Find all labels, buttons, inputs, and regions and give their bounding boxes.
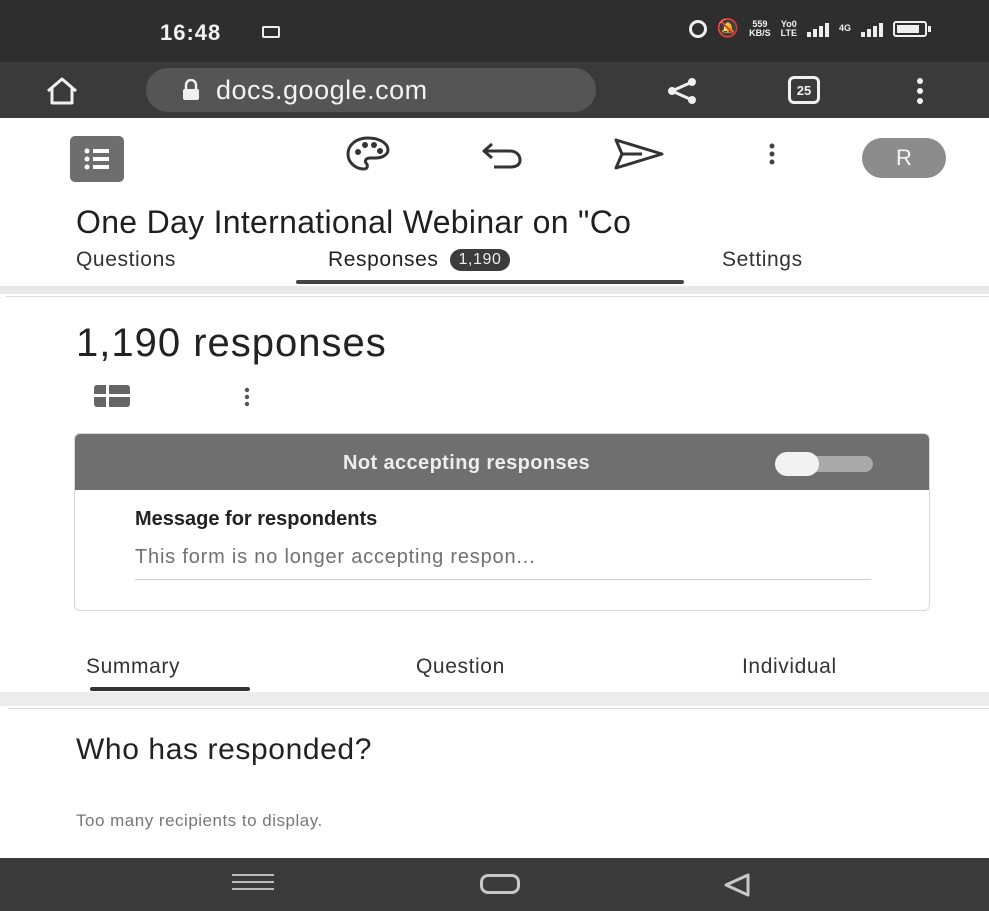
undo-icon[interactable] bbox=[480, 134, 524, 174]
tab-responses[interactable]: Responses 1,190 bbox=[328, 248, 510, 272]
tab-question[interactable]: Question bbox=[416, 655, 505, 679]
message-label: Message for respondents bbox=[135, 508, 378, 530]
send-icon[interactable] bbox=[612, 134, 666, 174]
home-button-icon[interactable] bbox=[480, 874, 520, 894]
back-icon[interactable] bbox=[722, 872, 752, 898]
who-responded-card: Who has responded? Too many recipients t… bbox=[8, 708, 989, 856]
status-bar: 16:48 🔕 559 KB/S Yo0 LTE 4G bbox=[0, 0, 989, 62]
tab-settings[interactable]: Settings bbox=[722, 248, 803, 272]
network-speed-unit: KB/S bbox=[749, 27, 771, 38]
status-time: 16:48 bbox=[160, 20, 222, 45]
volte-indicator: Yo0 LTE bbox=[780, 19, 797, 38]
signal-icon-2 bbox=[861, 21, 883, 37]
avatar[interactable]: R bbox=[862, 138, 946, 178]
who-responded-text: Too many recipients to display. bbox=[76, 811, 323, 830]
status-icons: 🔕 559 KB/S Yo0 LTE 4G bbox=[688, 18, 931, 39]
mute-icon: 🔕 bbox=[716, 18, 740, 38]
url-text: docs.google.com bbox=[216, 74, 428, 105]
accepting-responses-panel: Not accepting responses Message for resp… bbox=[74, 433, 930, 611]
more-vert-icon[interactable] bbox=[764, 134, 780, 174]
sheets-icon[interactable] bbox=[94, 385, 130, 407]
accepting-responses-toggle[interactable] bbox=[775, 452, 875, 476]
address-bar[interactable]: docs.google.com bbox=[146, 68, 596, 112]
tab-questions[interactable]: Questions bbox=[76, 248, 176, 272]
tab-count: 25 bbox=[796, 82, 812, 98]
battery-icon bbox=[893, 20, 931, 37]
tabs-icon[interactable]: 25 bbox=[788, 76, 820, 104]
avatar-initial: R bbox=[896, 145, 912, 170]
forms-logo-icon[interactable] bbox=[70, 136, 124, 182]
tab-individual[interactable]: Individual bbox=[742, 655, 837, 679]
volte-bottom: LTE bbox=[780, 27, 797, 38]
palette-icon[interactable] bbox=[344, 134, 392, 174]
alarm-icon bbox=[688, 19, 707, 38]
system-nav-bar bbox=[0, 858, 989, 911]
section-divider-2 bbox=[0, 692, 989, 706]
network-speed: 559 KB/S bbox=[749, 19, 771, 38]
section-divider bbox=[0, 286, 989, 294]
signal-icon bbox=[806, 21, 829, 37]
cast-icon bbox=[262, 26, 280, 38]
accepting-responses-bar: Not accepting responses bbox=[75, 434, 929, 490]
responses-count-badge: 1,190 bbox=[450, 249, 510, 271]
form-tabs: Questions Responses 1,190 Settings bbox=[0, 240, 989, 286]
tab-responses-label: Responses bbox=[328, 248, 439, 271]
toggle-knob bbox=[775, 452, 819, 476]
responses-card: 1,190 responses Not accepting responses … bbox=[6, 296, 989, 691]
accepting-responses-label: Not accepting responses bbox=[343, 452, 591, 474]
responses-more-icon[interactable] bbox=[240, 385, 254, 409]
responses-count-heading: 1,190 responses bbox=[76, 321, 387, 365]
home-icon[interactable] bbox=[44, 76, 80, 106]
signal-4g-label: 4G bbox=[838, 23, 851, 33]
responses-sub-tabs: Summary Question Individual bbox=[6, 647, 989, 691]
lock-icon bbox=[183, 79, 199, 100]
form-title: One Day International Webinar on "Co bbox=[76, 204, 632, 240]
active-tab-indicator bbox=[296, 280, 684, 284]
browser-bar: docs.google.com 25 bbox=[0, 62, 989, 118]
tab-summary[interactable]: Summary bbox=[86, 655, 180, 679]
browser-menu-icon[interactable] bbox=[912, 76, 928, 106]
forms-toolbar: R bbox=[0, 118, 989, 198]
active-subtab-indicator bbox=[90, 687, 250, 691]
share-icon[interactable] bbox=[664, 76, 700, 106]
recents-icon[interactable] bbox=[232, 874, 274, 894]
message-field[interactable]: This form is no longer accepting respon.… bbox=[135, 546, 871, 580]
who-responded-title: Who has responded? bbox=[76, 733, 372, 766]
